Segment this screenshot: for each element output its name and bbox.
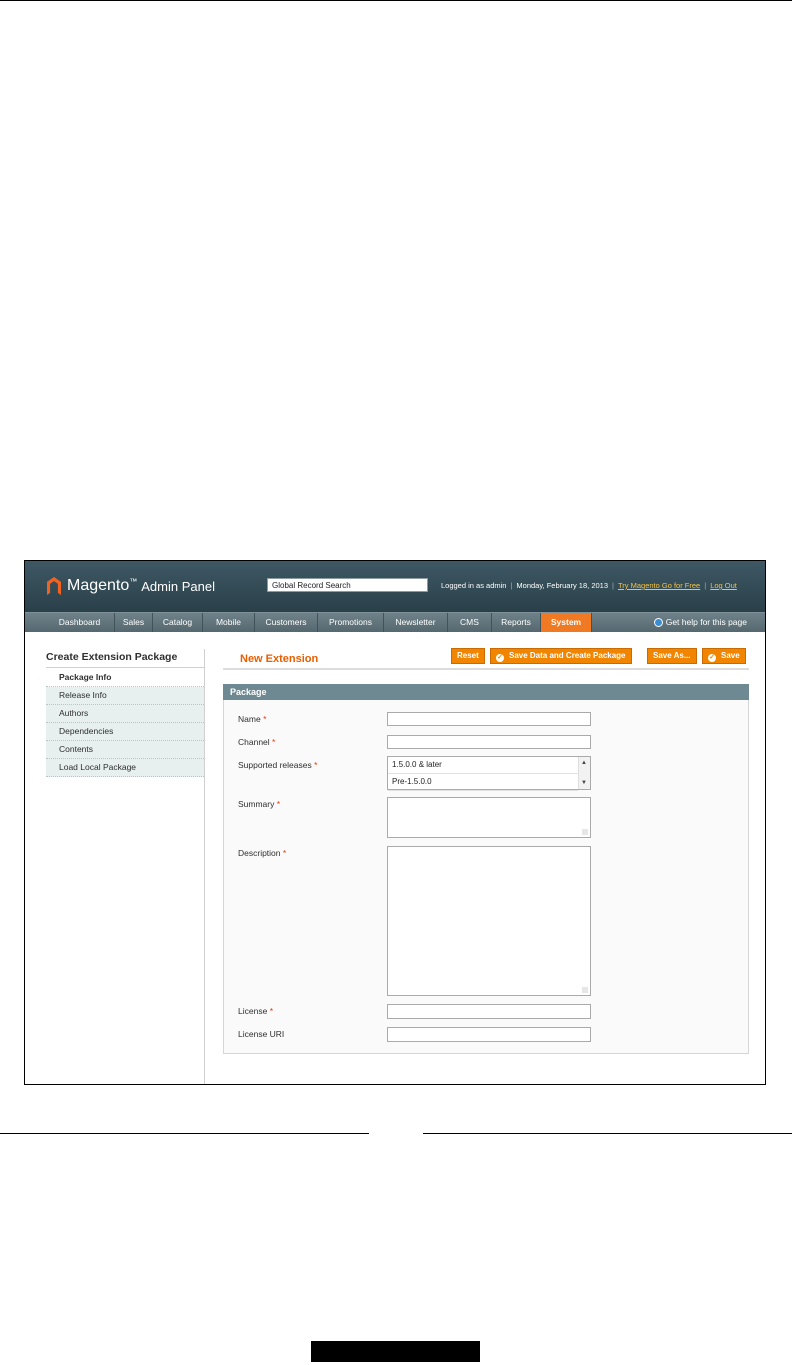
logged-in-text: Logged in as admin: [441, 581, 507, 590]
footer-black-bar: [311, 1341, 480, 1362]
save-as-button[interactable]: Save As...: [647, 648, 697, 664]
channel-label: Channel *: [238, 737, 276, 747]
sidebar-title: Create Extension Package: [46, 651, 178, 663]
nav-catalog[interactable]: Catalog: [153, 613, 203, 632]
license-uri-input[interactable]: [387, 1027, 591, 1042]
release-option[interactable]: 1.5.0.0 & later: [388, 757, 578, 774]
magento-logo-icon: [47, 577, 61, 595]
tab-authors[interactable]: Authors: [46, 705, 204, 723]
nav-customers[interactable]: Customers: [255, 613, 318, 632]
magento-logo[interactable]: Magento™ Admin Panel: [47, 577, 215, 595]
resize-grip-icon[interactable]: [582, 829, 588, 835]
top-rule: [0, 0, 792, 1]
sidebar-tabs: Package Info Release Info Authors Depend…: [46, 669, 204, 777]
release-option[interactable]: Pre-1.5.0.0: [388, 774, 578, 791]
sidebar-divider: [46, 667, 204, 668]
tab-dependencies[interactable]: Dependencies: [46, 723, 204, 741]
tab-load-local-package[interactable]: Load Local Package: [46, 759, 204, 777]
supported-releases-label: Supported releases *: [238, 760, 318, 770]
save-button[interactable]: ✓ Save: [702, 648, 746, 664]
supported-releases-select[interactable]: 1.5.0.0 & later Pre-1.5.0.0 ▲ ▼: [387, 756, 591, 791]
license-label: License *: [238, 1006, 273, 1016]
nav-sales[interactable]: Sales: [115, 613, 153, 632]
nav-reports[interactable]: Reports: [492, 613, 541, 632]
admin-header: Magento™ Admin Panel Logged in as admin|…: [25, 561, 765, 612]
header-links: Logged in as admin | Monday, February 18, …: [441, 581, 737, 590]
description-label: Description *: [238, 848, 287, 858]
sidebar-border: [204, 649, 205, 1084]
package-section-header: Package: [223, 684, 749, 700]
title-divider: [223, 668, 749, 670]
try-magento-go-link[interactable]: Try Magento Go for Free: [618, 581, 700, 590]
summary-textarea[interactable]: [387, 797, 591, 838]
name-input[interactable]: [387, 712, 591, 726]
bottom-rule-left: [0, 1133, 369, 1134]
nav-promotions[interactable]: Promotions: [318, 613, 384, 632]
logo-subtitle: Admin Panel: [141, 578, 215, 594]
check-icon: ✓: [496, 654, 504, 662]
nav-newsletter[interactable]: Newsletter: [384, 613, 448, 632]
scroll-down-icon[interactable]: ▼: [581, 780, 587, 786]
license-uri-label: License URI: [238, 1029, 285, 1039]
magento-admin-screenshot: Magento™ Admin Panel Logged in as admin|…: [24, 560, 766, 1085]
resize-grip-icon[interactable]: [582, 987, 588, 993]
tab-release-info[interactable]: Release Info: [46, 687, 204, 705]
tab-package-info[interactable]: Package Info: [46, 669, 204, 687]
nav-cms[interactable]: CMS: [448, 613, 492, 632]
nav-mobile[interactable]: Mobile: [203, 613, 255, 632]
global-search-input[interactable]: [267, 578, 428, 592]
nav-dashboard[interactable]: Dashboard: [45, 613, 115, 632]
channel-input[interactable]: [387, 735, 591, 749]
date-text: Monday, February 18, 2013: [516, 581, 609, 590]
select-scrollbar[interactable]: ▲ ▼: [578, 757, 590, 789]
name-label: Name *: [238, 714, 267, 724]
bottom-rule-right: [423, 1133, 792, 1134]
description-textarea[interactable]: [387, 846, 591, 996]
logo-text: Magento™: [67, 577, 138, 594]
scroll-up-icon[interactable]: ▲: [581, 760, 587, 766]
help-icon: [653, 618, 663, 627]
page-title: New Extension: [240, 653, 319, 665]
reset-button[interactable]: Reset: [451, 648, 485, 664]
help-link[interactable]: Get help for this page: [653, 613, 747, 632]
nav-system[interactable]: System: [541, 613, 592, 632]
tab-contents[interactable]: Contents: [46, 741, 204, 759]
save-and-create-package-button[interactable]: ✓ Save Data and Create Package: [490, 648, 632, 664]
summary-label: Summary *: [238, 799, 281, 809]
logout-link[interactable]: Log Out: [710, 581, 737, 590]
check-icon: ✓: [708, 654, 716, 662]
license-input[interactable]: [387, 1004, 591, 1019]
main-nav: Dashboard Sales Catalog Mobile Customers…: [25, 612, 765, 632]
